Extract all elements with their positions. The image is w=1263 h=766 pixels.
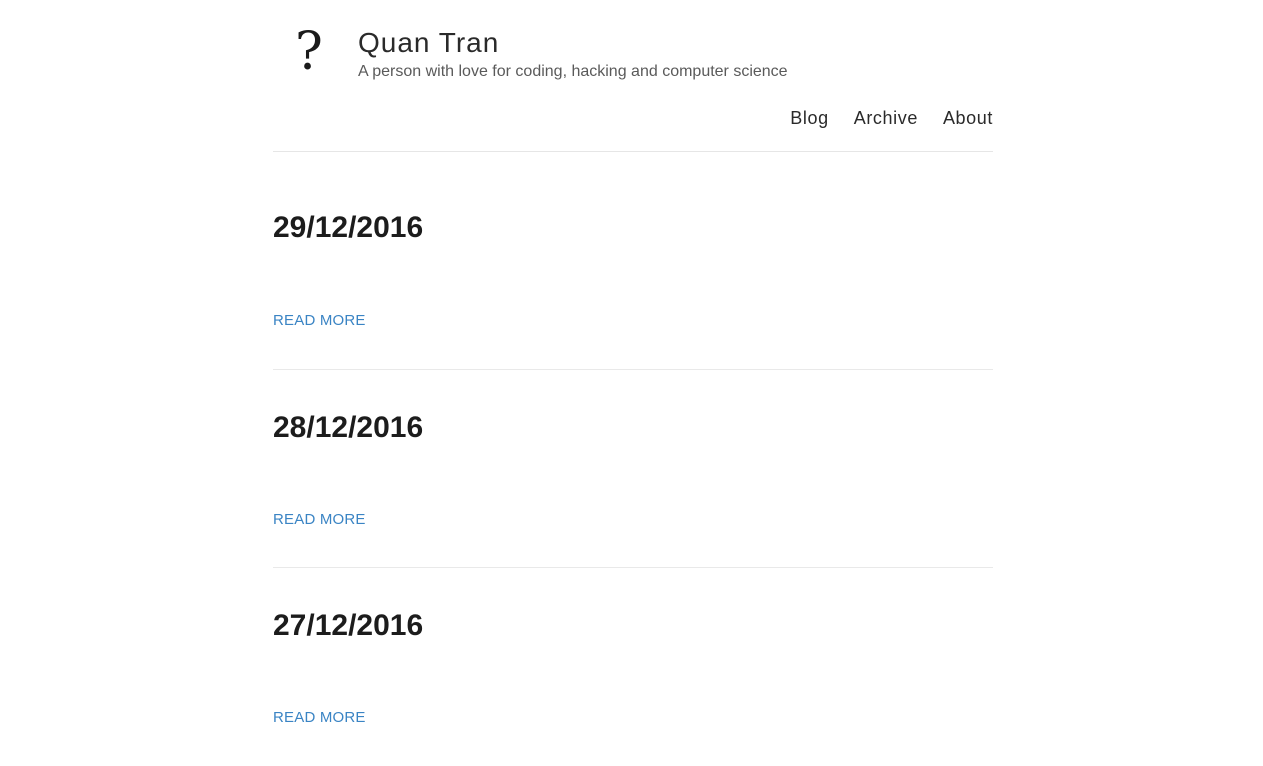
question-mark-logo-icon[interactable]: ? — [293, 24, 325, 80]
site-tagline: A person with love for coding, hacking a… — [358, 63, 788, 80]
read-more-link[interactable]: READ MORE — [273, 510, 366, 530]
main-nav: Blog Archive About — [790, 106, 993, 130]
site-title[interactable]: Quan Tran — [358, 26, 499, 60]
post-item: 28/12/2016 READ MORE — [273, 370, 993, 568]
page-wrapper: ? Quan Tran A person with love for codin… — [273, 0, 993, 766]
post-title[interactable]: 29/12/2016 — [273, 208, 423, 248]
post-item: 27/12/2016 READ MORE — [273, 568, 993, 766]
post-list: 29/12/2016 READ MORE 28/12/2016 READ MOR… — [273, 152, 993, 766]
read-more-link[interactable]: READ MORE — [273, 708, 366, 728]
nav-link-archive[interactable]: Archive — [854, 106, 918, 130]
post-title[interactable]: 28/12/2016 — [273, 408, 423, 448]
post-title[interactable]: 27/12/2016 — [273, 606, 423, 646]
nav-link-about[interactable]: About — [943, 106, 993, 130]
site-header: ? Quan Tran A person with love for codin… — [273, 0, 993, 152]
read-more-link[interactable]: READ MORE — [273, 311, 366, 331]
nav-link-blog[interactable]: Blog — [790, 106, 828, 130]
post-item: 29/12/2016 READ MORE — [273, 152, 993, 370]
